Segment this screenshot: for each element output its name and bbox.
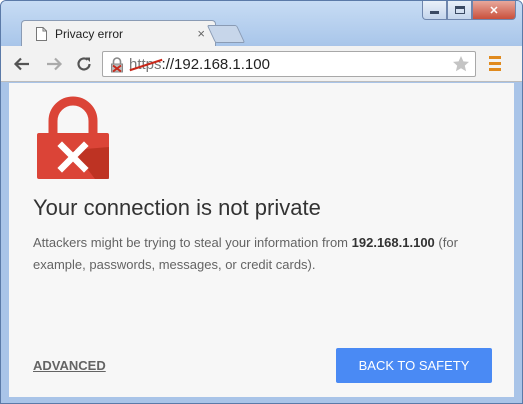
hamburger-menu-icon[interactable]	[489, 56, 503, 72]
minimize-icon	[430, 11, 439, 14]
browser-window: ✕ Privacy error ×://192.168.1.100 Your …	[0, 0, 523, 404]
page-title: Your connection is not private	[33, 195, 321, 220]
forward-button[interactable]	[43, 53, 65, 75]
broken-lock-icon[interactable]	[110, 57, 124, 73]
reload-icon	[77, 57, 91, 71]
close-window-button[interactable]: ✕	[472, 1, 516, 20]
minimize-button[interactable]	[422, 1, 447, 20]
advanced-link[interactable]: ADVANCED	[33, 358, 106, 373]
maximize-icon	[454, 6, 465, 14]
window-controls: ✕	[422, 1, 516, 22]
host-name: 192.168.1.100	[351, 235, 435, 250]
back-arrow-icon	[13, 57, 29, 71]
title-bar: ✕ Privacy error ×	[1, 1, 522, 47]
back-to-safety-button[interactable]: BACK TO SAFETY	[336, 348, 492, 383]
url-text: https://192.168.1.100	[129, 56, 270, 73]
back-button[interactable]	[11, 53, 33, 75]
lock-error-icon	[37, 96, 109, 179]
reload-button[interactable]	[73, 53, 95, 75]
maximize-button[interactable]	[447, 1, 472, 20]
tab-title: Privacy error	[55, 27, 124, 41]
url-scheme: https	[129, 56, 163, 73]
forward-arrow-icon	[47, 57, 63, 71]
tab-close-icon[interactable]: ×	[197, 26, 205, 41]
star-icon[interactable]	[451, 54, 471, 74]
address-bar[interactable]: https://192.168.1.100	[102, 51, 476, 77]
tab-privacy-error[interactable]: Privacy error ×	[21, 20, 216, 47]
interstitial-page: Your connection is not private Attackers…	[9, 83, 514, 397]
page-icon	[36, 27, 47, 41]
url-host: ://192.168.1.100	[161, 56, 270, 73]
toolbar: https://192.168.1.100	[1, 46, 522, 82]
warning-message: Attackers might be trying to steal your …	[33, 235, 458, 272]
close-icon: ✕	[489, 4, 499, 17]
